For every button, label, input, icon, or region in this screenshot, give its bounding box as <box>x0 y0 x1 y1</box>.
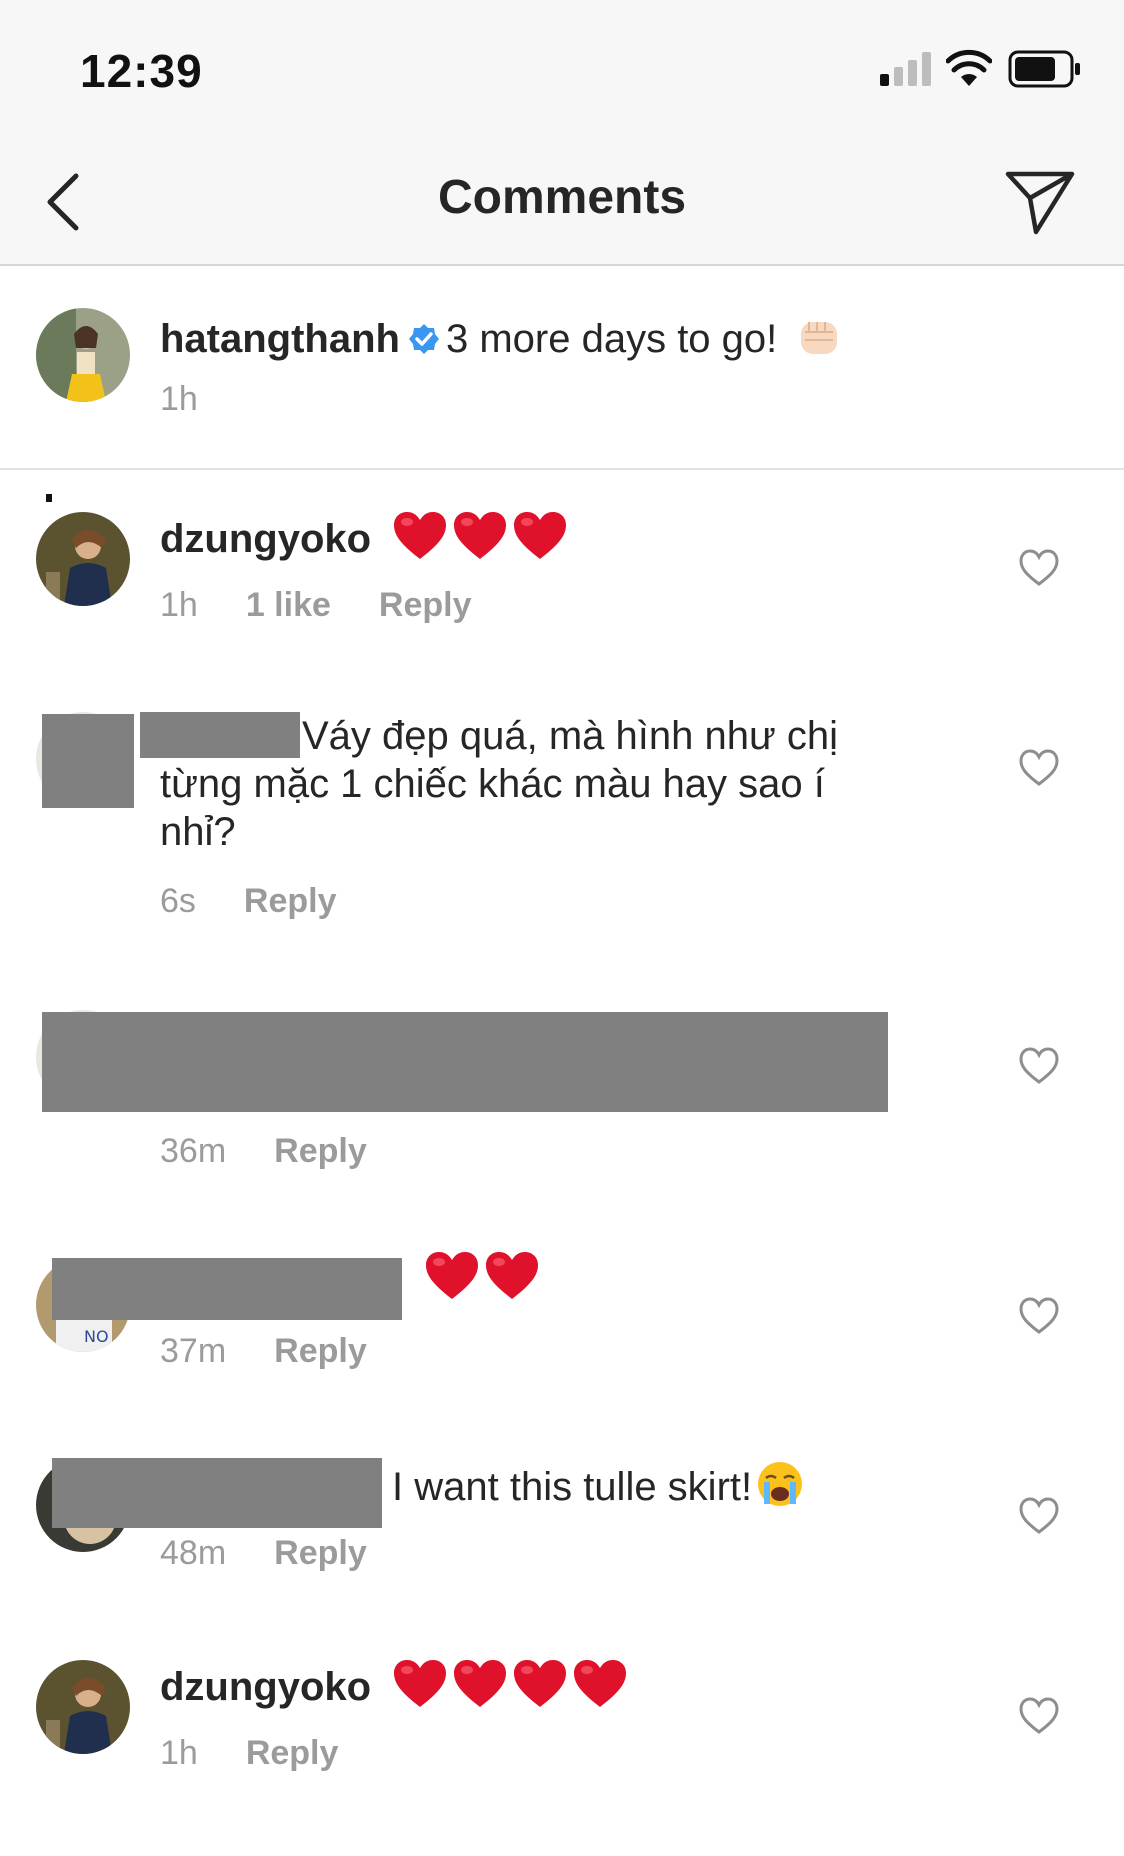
comment-time: 6s <box>160 882 196 920</box>
caption-meta: 1h <box>160 380 246 419</box>
redacted-username <box>52 1258 402 1320</box>
redacted-avatar <box>42 714 134 808</box>
comment-username[interactable]: dzungyoko <box>160 517 371 561</box>
heart-emoji <box>512 1658 568 1710</box>
comment-meta: 48m Reply <box>160 1534 415 1573</box>
comment-meta: 37m Reply <box>160 1332 415 1371</box>
signal-icon <box>880 52 931 86</box>
verified-badge-icon <box>408 324 439 354</box>
reply-button[interactable]: Reply <box>274 1332 367 1370</box>
avatar[interactable] <box>36 308 130 402</box>
reply-button[interactable]: Reply <box>244 882 337 920</box>
like-heart-icon[interactable] <box>1018 548 1060 588</box>
reply-button[interactable]: Reply <box>274 1132 367 1170</box>
heart-emoji <box>512 510 568 562</box>
heart-emoji <box>392 1658 448 1710</box>
crying-face-emoji <box>758 1462 803 1506</box>
comment-text-line3: nhỉ? <box>160 810 236 854</box>
fist-emoji <box>801 322 838 354</box>
avatar[interactable] <box>36 512 130 606</box>
redacted-username <box>52 1458 382 1528</box>
heart-emoji <box>572 1658 628 1710</box>
wifi-icon <box>946 49 992 86</box>
comment-time: 36m <box>160 1132 227 1170</box>
comment-time: 1h <box>160 586 198 624</box>
heart-emoji <box>392 510 448 562</box>
reply-button[interactable]: Reply <box>274 1534 367 1572</box>
like-heart-icon[interactable] <box>1018 748 1060 788</box>
redacted-comment <box>42 1012 888 1112</box>
comment-body: I want this tulle skirt! <box>392 1460 804 1511</box>
reply-button[interactable]: Reply <box>246 1734 339 1772</box>
post-caption <box>0 266 1124 470</box>
svg-text:NO: NO <box>84 1327 109 1346</box>
reply-button[interactable]: Reply <box>379 586 472 624</box>
comment-emoji <box>420 1250 540 1303</box>
comment-time: 37m <box>160 1332 227 1370</box>
comment-meta: 6s Reply <box>160 882 385 921</box>
comment-username[interactable]: dzungyoko <box>160 1665 371 1709</box>
battery-icon <box>1008 50 1080 88</box>
like-heart-icon[interactable] <box>1018 1696 1060 1736</box>
paper-plane-icon[interactable] <box>1000 160 1080 240</box>
comment-text: I want this tulle skirt! <box>392 1465 753 1509</box>
caption-body: hatangthanh 3 more days to go! <box>160 312 843 363</box>
avatar[interactable] <box>36 1660 130 1754</box>
heart-emoji <box>452 510 508 562</box>
caption-username[interactable]: hatangthanh <box>160 317 400 361</box>
comment-meta: 1h 1 like Reply <box>160 586 520 625</box>
comment-meta: 1h Reply <box>160 1734 386 1773</box>
like-heart-icon[interactable] <box>1018 1496 1060 1536</box>
status-time: 12:39 <box>80 45 203 97</box>
redacted-username <box>140 712 300 758</box>
comment-time: 1h <box>160 1734 198 1772</box>
heart-emoji <box>484 1250 540 1302</box>
like-heart-icon[interactable] <box>1018 1046 1060 1086</box>
nav-bar: Comments <box>0 140 1124 266</box>
like-heart-icon[interactable] <box>1018 1296 1060 1336</box>
comment-body: dzungyoko <box>160 510 568 563</box>
caption-text: 3 more days to go! <box>445 317 778 361</box>
heart-emoji <box>452 1658 508 1710</box>
comment-text-line2: từng mặc 1 chiếc khác màu hay sao í <box>160 762 825 806</box>
status-bar: 12:39 <box>0 0 1124 140</box>
page-title: Comments <box>437 171 687 224</box>
comment-body: dzungyoko <box>160 1658 628 1711</box>
comment-time: 48m <box>160 1534 227 1572</box>
comment-likes[interactable]: 1 like <box>246 586 331 624</box>
caption-time: 1h <box>160 380 198 418</box>
heart-emoji <box>424 1250 480 1302</box>
comment-meta: 36m Reply <box>160 1132 415 1171</box>
dot <box>46 494 52 502</box>
comment-text: Váy đẹp quá, mà hình như chị <box>302 714 839 758</box>
